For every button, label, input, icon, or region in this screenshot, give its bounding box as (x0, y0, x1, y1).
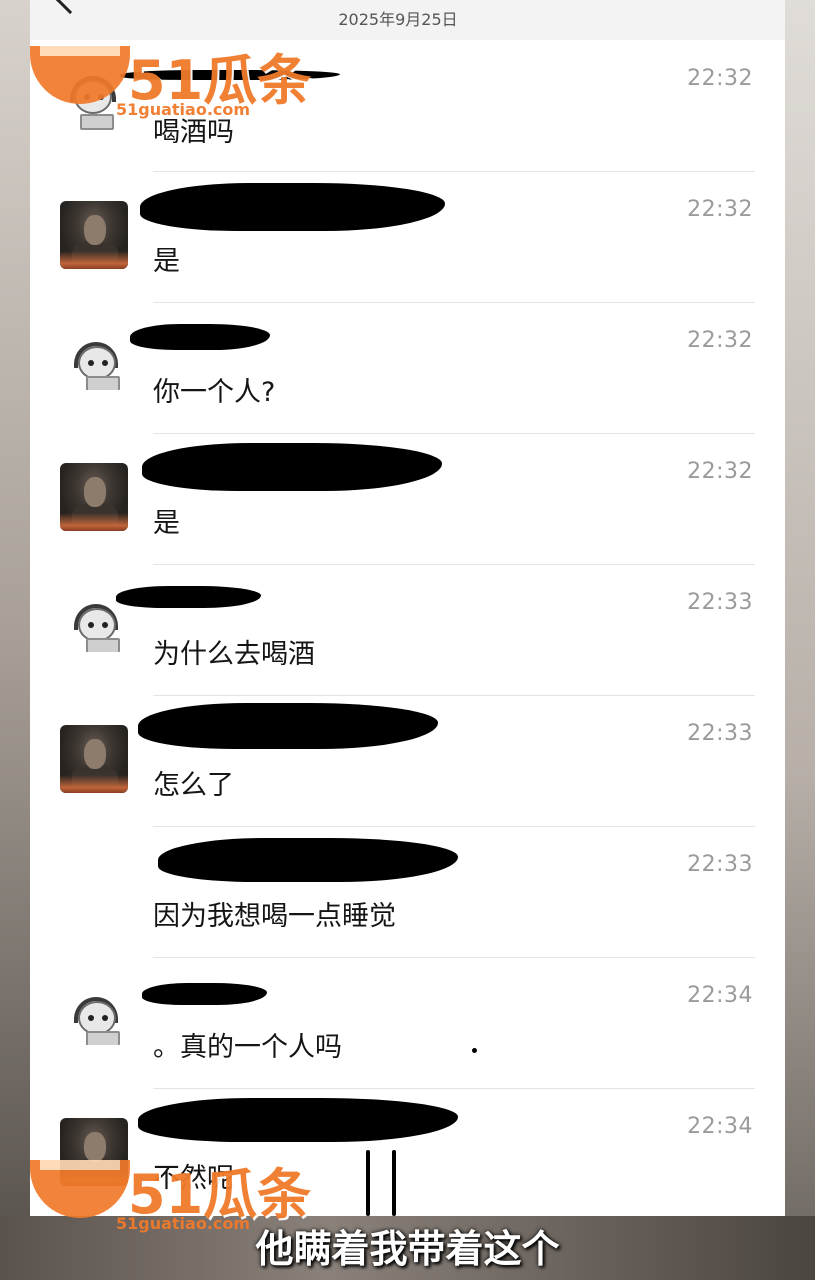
divider (153, 302, 755, 303)
user-photo-avatar-icon[interactable] (60, 463, 128, 531)
message-text: 你一个人? (153, 377, 276, 408)
video-background-left (0, 0, 30, 1280)
divider (153, 564, 755, 565)
message-row: 22:32 你一个人? (30, 302, 785, 433)
redacted-name (138, 703, 438, 749)
divider (153, 1088, 755, 1089)
message-text: 因为我想喝一点睡觉 (153, 901, 396, 932)
chat-header: 2025年9月25日 (30, 0, 785, 40)
redacted-name (142, 983, 267, 1005)
message-row: 22:33 为什么去喝酒 (30, 564, 785, 695)
message-time: 22:34 (687, 983, 753, 1008)
message-time: 22:33 (687, 852, 753, 877)
message-time: 22:32 (687, 197, 753, 222)
message-row: 22:33 因为我想喝一点睡觉 (30, 826, 785, 957)
user-photo-avatar-icon[interactable] (60, 725, 128, 793)
redacted-name (130, 324, 270, 350)
user-photo-avatar-icon[interactable] (60, 201, 128, 269)
redacted-name (140, 183, 445, 231)
ink-dot (472, 1048, 477, 1053)
video-background-right (785, 0, 815, 1280)
message-time: 22:33 (687, 590, 753, 615)
divider (153, 957, 755, 958)
message-time: 22:32 (687, 459, 753, 484)
watermark-domain: 51guatiao.com (116, 100, 251, 119)
divider (153, 433, 755, 434)
video-subtitle: 他瞒着我带着这个 (255, 1227, 560, 1271)
message-text: 为什么去喝酒 (153, 639, 315, 670)
message-time: 22:32 (687, 66, 753, 91)
message-text: 怎么了 (153, 770, 234, 801)
message-row: 22:32 是 (30, 171, 785, 302)
chat-screen: 2025年9月25日 22:32 喝酒吗 22:32 是 22:32 你一个人? (30, 0, 785, 1216)
watermelon-logo-icon (30, 46, 130, 104)
cat-avatar-icon[interactable] (70, 336, 124, 390)
watermelon-logo-icon (30, 1160, 130, 1218)
redacted-name (116, 586, 261, 608)
divider (153, 826, 755, 827)
divider (153, 171, 755, 172)
message-row: 22:33 怎么了 (30, 695, 785, 826)
scribble-stroke (366, 1150, 370, 1216)
message-text: 是 (153, 246, 180, 277)
date-separator: 2025年9月25日 (338, 10, 458, 29)
message-row: 22:32 是 (30, 433, 785, 564)
cat-avatar-icon[interactable] (70, 991, 124, 1045)
message-time: 22:34 (687, 1114, 753, 1139)
message-text: 是 (153, 508, 180, 539)
watermark-top: 51瓜条 51guatiao.com (30, 36, 320, 126)
divider (153, 695, 755, 696)
redacted-name (138, 1098, 458, 1142)
redacted-name (142, 443, 442, 491)
redacted-name (158, 838, 458, 882)
message-row: 22:34 。真的一个人吗 (30, 957, 785, 1088)
message-time: 22:33 (687, 721, 753, 746)
message-time: 22:32 (687, 328, 753, 353)
scribble-stroke (392, 1150, 396, 1216)
cat-avatar-icon[interactable] (70, 598, 124, 652)
message-text: 。真的一个人吗 (153, 1032, 342, 1063)
